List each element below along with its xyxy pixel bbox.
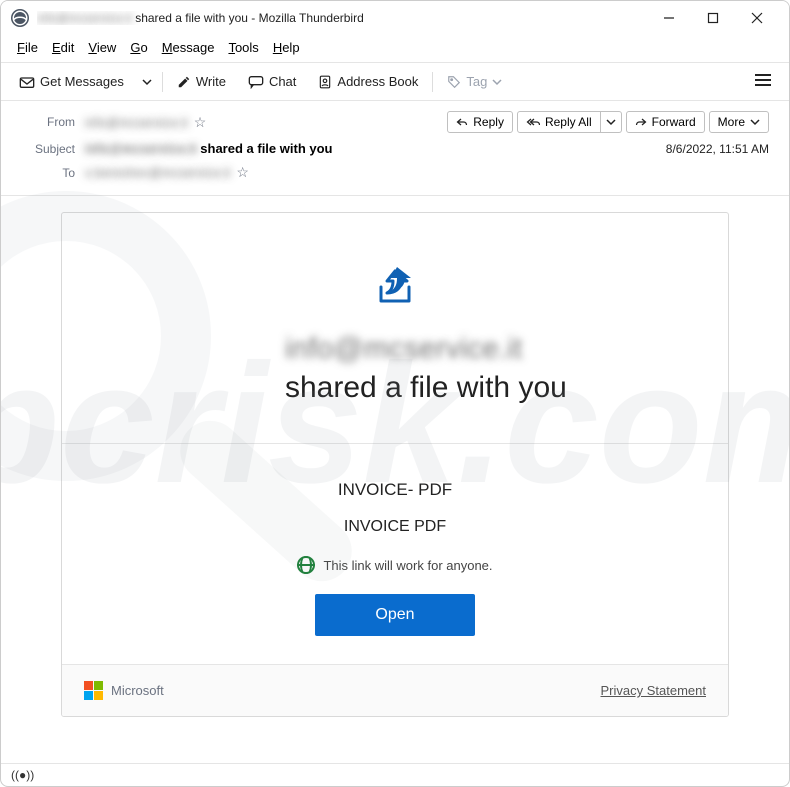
menu-file[interactable]: File bbox=[11, 37, 44, 58]
header-actions: Reply Reply All Forward More bbox=[447, 111, 769, 133]
message-datetime: 8/6/2022, 11:51 AM bbox=[666, 142, 769, 156]
privacy-link[interactable]: Privacy Statement bbox=[601, 683, 707, 698]
share-icon bbox=[102, 263, 688, 311]
status-connection-icon: ((●)) bbox=[11, 768, 34, 782]
more-label: More bbox=[718, 115, 745, 129]
window-title: info@mcservice.it shared a file with you… bbox=[37, 11, 647, 25]
link-scope-text: This link will work for anyone. bbox=[323, 558, 492, 573]
window-title-redacted: info@mcservice.it bbox=[37, 11, 132, 25]
statusbar: ((●)) bbox=[1, 763, 789, 786]
from-label: From bbox=[21, 115, 85, 129]
menu-edit[interactable]: Edit bbox=[46, 37, 80, 58]
more-button[interactable]: More bbox=[709, 111, 769, 133]
forward-label: Forward bbox=[652, 115, 696, 129]
subject-value: info@mcservice.it shared a file with you bbox=[85, 141, 332, 156]
open-button-label: Open bbox=[375, 606, 414, 623]
maximize-button[interactable] bbox=[691, 4, 735, 32]
reply-all-label: Reply All bbox=[545, 115, 592, 129]
file-description: INVOICE PDF bbox=[82, 518, 708, 536]
star-to-icon[interactable]: ☆ bbox=[236, 164, 249, 181]
tag-label: Tag bbox=[466, 74, 487, 89]
menu-view[interactable]: View bbox=[82, 37, 122, 58]
menu-go[interactable]: Go bbox=[124, 37, 153, 58]
to-label: To bbox=[21, 166, 85, 180]
window: info@mcservice.it shared a file with you… bbox=[0, 0, 790, 787]
reply-all-button[interactable]: Reply All bbox=[517, 111, 601, 133]
write-button[interactable]: Write bbox=[169, 70, 234, 93]
card-top: info@mcservice.it shared a file with you bbox=[62, 213, 728, 443]
link-scope-row: This link will work for anyone. bbox=[82, 556, 708, 574]
subject-suffix: shared a file with you bbox=[197, 141, 333, 156]
microsoft-logo: Microsoft bbox=[84, 681, 164, 700]
share-card: info@mcservice.it shared a file with you… bbox=[61, 212, 729, 717]
titlebar: info@mcservice.it shared a file with you… bbox=[1, 1, 789, 35]
tag-button[interactable]: Tag bbox=[439, 70, 510, 93]
menu-message[interactable]: Message bbox=[156, 37, 221, 58]
share-heading-suffix: shared a file with you bbox=[285, 371, 567, 404]
reply-label: Reply bbox=[473, 115, 504, 129]
get-messages-button[interactable]: Get Messages bbox=[11, 70, 132, 93]
message-header: From info@mcservice.it ☆ Reply Reply All bbox=[1, 101, 789, 196]
reply-all-group: Reply All bbox=[517, 111, 622, 133]
menu-help[interactable]: Help bbox=[267, 37, 306, 58]
get-messages-dropdown[interactable] bbox=[138, 73, 156, 91]
menubar: File Edit View Go Message Tools Help bbox=[1, 35, 789, 62]
open-button[interactable]: Open bbox=[315, 594, 474, 636]
address-book-button[interactable]: Address Book bbox=[310, 70, 426, 93]
file-name: INVOICE- PDF bbox=[82, 480, 708, 500]
microsoft-label: Microsoft bbox=[111, 683, 164, 698]
subject-label: Subject bbox=[21, 142, 85, 156]
to-value[interactable]: s.bereshev@mcservice.it bbox=[85, 165, 230, 180]
chat-label: Chat bbox=[269, 74, 296, 89]
share-heading-redacted: info@mcservice.it bbox=[285, 332, 522, 365]
microsoft-icon bbox=[84, 681, 103, 700]
globe-icon bbox=[297, 556, 315, 574]
app-icon bbox=[11, 9, 29, 27]
app-menu-button[interactable] bbox=[747, 69, 779, 94]
chat-button[interactable]: Chat bbox=[240, 70, 304, 93]
get-messages-label: Get Messages bbox=[40, 74, 124, 89]
forward-button[interactable]: Forward bbox=[626, 111, 705, 133]
minimize-button[interactable] bbox=[647, 4, 691, 32]
from-value[interactable]: info@mcservice.it bbox=[85, 115, 188, 130]
write-label: Write bbox=[196, 74, 226, 89]
share-heading: info@mcservice.it shared a file with you bbox=[185, 329, 605, 407]
star-from-icon[interactable]: ☆ bbox=[194, 114, 207, 131]
reply-all-dropdown[interactable] bbox=[601, 111, 622, 133]
card-footer: Microsoft Privacy Statement bbox=[62, 664, 728, 716]
message-body[interactable]: info@mcservice.it shared a file with you… bbox=[1, 196, 789, 763]
card-mid: INVOICE- PDF INVOICE PDF This link will … bbox=[62, 443, 728, 664]
window-title-suffix: shared a file with you - Mozilla Thunder… bbox=[132, 11, 364, 25]
subject-redacted: info@mcservice.it bbox=[85, 141, 197, 156]
menu-tools[interactable]: Tools bbox=[222, 37, 264, 58]
reply-button[interactable]: Reply bbox=[447, 111, 513, 133]
toolbar: Get Messages Write Chat Address Book Tag bbox=[1, 62, 789, 101]
close-button[interactable] bbox=[735, 4, 779, 32]
address-book-label: Address Book bbox=[337, 74, 418, 89]
